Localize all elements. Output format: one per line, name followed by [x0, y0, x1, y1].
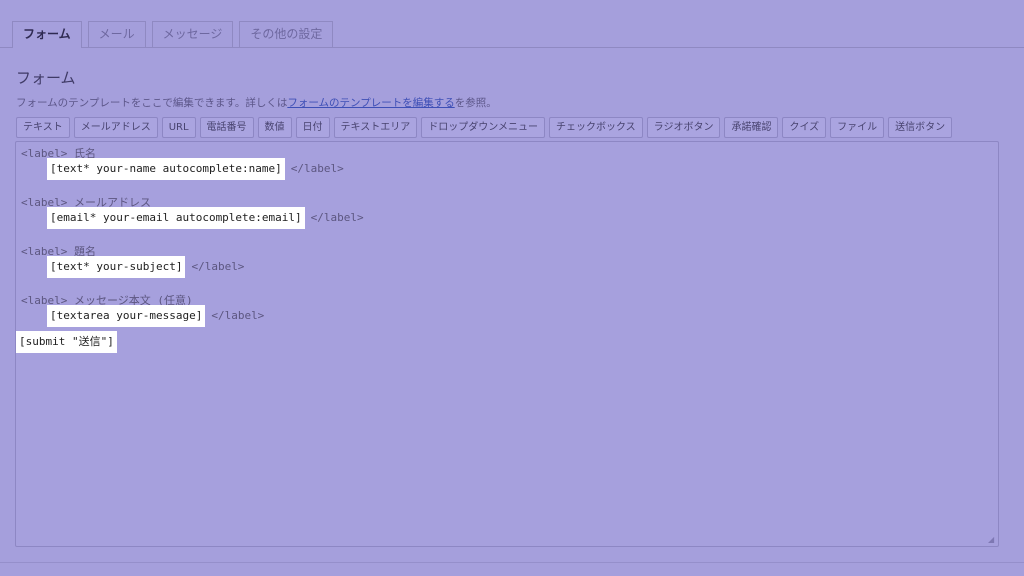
tag-button-email[interactable]: メールアドレス — [73, 117, 158, 138]
resize-handle-icon[interactable]: ◢ — [988, 536, 996, 544]
tag-generator-toolbar: テキスト メールアドレス URL 電話番号 数値 日付 テキストエリア ドロップ… — [16, 117, 994, 139]
description-suffix: を参照。 — [454, 97, 497, 109]
label-close: </label> — [290, 162, 344, 175]
tag-button-text[interactable]: テキスト — [16, 117, 70, 138]
tag-button-textarea[interactable]: テキストエリア — [333, 117, 418, 138]
tag-button-submit[interactable]: 送信ボタン — [888, 117, 953, 138]
section-description: フォームのテンプレートをここで編集できます。詳しくはフォームのテンプレートを編集… — [16, 95, 497, 110]
tag-button-file[interactable]: ファイル — [830, 117, 885, 138]
shortcode-highlight: [email* your-email autocomplete:email] — [47, 206, 305, 229]
code-line: [text* your-name autocomplete:name] </lab… — [21, 157, 364, 180]
tag-button-url[interactable]: URL — [161, 117, 196, 138]
shortcode-highlight: [text* your-name autocomplete:name] — [47, 157, 285, 180]
label-close: </label> — [191, 260, 245, 273]
tag-button-checkbox[interactable]: チェックボックス — [548, 117, 643, 138]
label-close: </label> — [211, 309, 265, 322]
form-template-editor[interactable]: <label> 氏名 [text* your-name autocomplete… — [15, 141, 999, 547]
tag-button-acceptance[interactable]: 承諾確認 — [724, 117, 779, 138]
tag-button-date[interactable]: 日付 — [295, 117, 330, 138]
tag-button-tel[interactable]: 電話番号 — [199, 117, 254, 138]
docs-link[interactable]: フォームのテンプレートを編集する — [287, 97, 454, 109]
shortcode-highlight: [textarea your-message] — [47, 304, 206, 327]
code-line: [email* your-email autocomplete:email] </… — [21, 206, 364, 229]
tab-form[interactable]: フォーム — [12, 21, 82, 48]
submit-shortcode-highlight: [submit "送信"] — [16, 330, 117, 353]
shortcode-highlight: [text* your-subject] — [47, 255, 186, 278]
divider — [0, 562, 1024, 563]
code-line: [submit "送信"] — [16, 330, 364, 353]
section-title: フォーム — [16, 69, 76, 87]
editor-content: <label> 氏名 [text* your-name autocomplete… — [16, 145, 364, 353]
tag-button-quiz[interactable]: クイズ — [782, 117, 827, 138]
description-text: フォームのテンプレートをここで編集できます。詳しくは — [16, 97, 288, 109]
tag-button-number[interactable]: 数値 — [257, 117, 292, 138]
tag-button-dropdown[interactable]: ドロップダウンメニュー — [421, 117, 545, 138]
tab-messages[interactable]: メッセージ — [151, 21, 234, 47]
tab-mail[interactable]: メール — [87, 21, 146, 47]
code-line: [textarea your-message] </label> — [21, 304, 364, 327]
tab-other-settings[interactable]: その他の設定 — [239, 21, 334, 47]
tag-button-radio[interactable]: ラジオボタン — [646, 117, 721, 138]
tab-bar: フォーム メール メッセージ その他の設定 — [0, 21, 1024, 48]
code-line: [text* your-subject] </label> — [21, 255, 364, 278]
label-close: </label> — [310, 211, 364, 224]
